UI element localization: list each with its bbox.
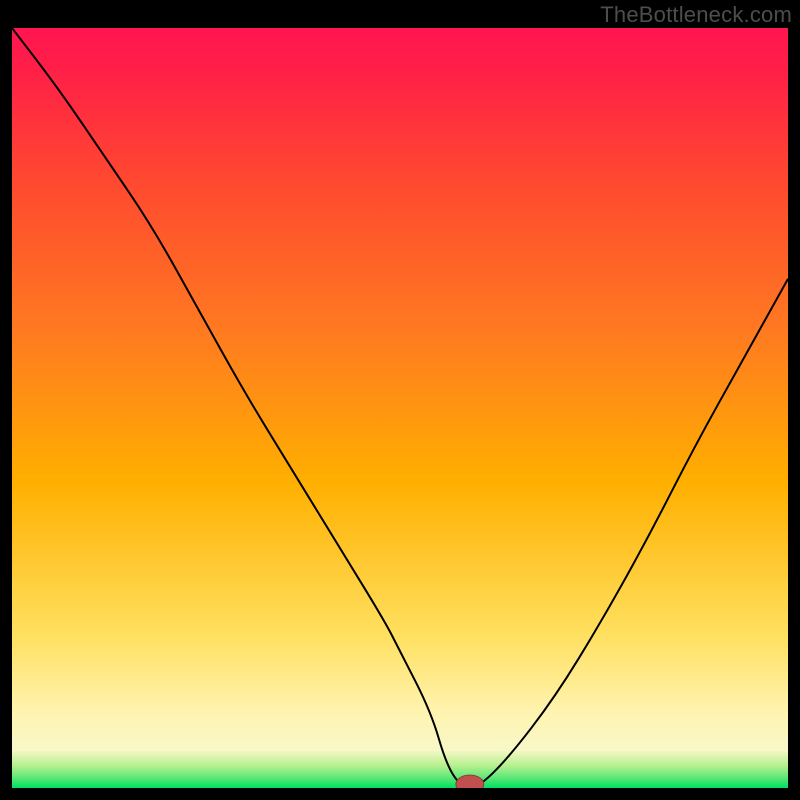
sweet-spot-marker: [12, 28, 788, 788]
watermark-text: TheBottleneck.com: [600, 2, 792, 28]
plot-frame: [12, 28, 788, 788]
chart-container: TheBottleneck.com: [0, 0, 800, 800]
